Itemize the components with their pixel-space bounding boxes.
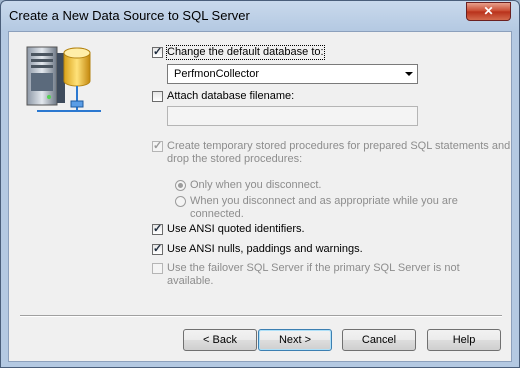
failover-checkbox-row[interactable]: Use the failover SQL Server if the prima… (152, 262, 460, 288)
temp-procedures-label-line1: Create temporary stored procedures for p… (167, 140, 511, 152)
title-bar[interactable]: Create a New Data Source to SQL Server ✕ (1, 1, 519, 31)
help-button-label: Help (452, 334, 476, 346)
close-icon: ✕ (483, 4, 494, 18)
database-select[interactable]: PerfmonCollector (167, 64, 418, 84)
ansi-nulls-checkbox-row[interactable]: Use ANSI nulls, paddings and warnings. (152, 242, 363, 256)
ansi-quoted-checkbox-row[interactable]: Use ANSI quoted identifiers. (152, 222, 305, 236)
button-separator (20, 315, 502, 317)
back-button[interactable]: < Back (183, 329, 257, 351)
radio-only-disconnect-label: Only when you disconnect. (190, 179, 322, 191)
failover-label: Use the failover SQL Server if the prima… (167, 262, 460, 288)
failover-label-line2: available. (167, 275, 214, 287)
attach-database-checkbox[interactable] (152, 91, 163, 102)
close-button[interactable]: ✕ (466, 2, 511, 21)
temp-procedures-checkbox-row[interactable]: Create temporary stored procedures for p… (152, 139, 510, 166)
next-button[interactable]: Next > (258, 329, 332, 351)
change-database-label: Change the default database to: (166, 45, 325, 60)
ansi-quoted-label: Use ANSI quoted identifiers. (167, 223, 305, 235)
attach-database-label: Attach database filename: (167, 90, 295, 102)
radio-only-disconnect[interactable] (175, 180, 186, 191)
help-button[interactable]: Help (427, 329, 501, 351)
radio-appropriate-label-line2: connected. (190, 208, 244, 220)
failover-checkbox[interactable] (152, 263, 163, 274)
ansi-quoted-checkbox[interactable] (152, 222, 163, 235)
temp-procedures-label-line2: drop the stored procedures: (167, 153, 303, 165)
change-database-checkbox[interactable] (152, 45, 163, 58)
next-button-label: Next > (278, 334, 312, 346)
cancel-button-label: Cancel (361, 334, 397, 346)
change-database-checkbox-row[interactable]: Change the default database to: (152, 45, 325, 60)
chevron-down-icon[interactable] (405, 72, 413, 76)
radio-appropriate-row[interactable]: When you disconnect and as appropriate w… (175, 195, 458, 221)
database-server-icon (26, 46, 101, 112)
ansi-nulls-checkbox[interactable] (152, 242, 163, 255)
database-value: PerfmonCollector (174, 68, 259, 80)
cancel-button[interactable]: Cancel (342, 329, 416, 351)
temp-procedures-checkbox[interactable] (152, 139, 163, 152)
attach-database-checkbox-row[interactable]: Attach database filename: (152, 90, 294, 103)
radio-appropriate[interactable] (175, 196, 186, 207)
back-button-label: < Back (203, 334, 237, 346)
attach-database-filename-input[interactable] (167, 106, 418, 126)
temp-procedures-label: Create temporary stored procedures for p… (167, 140, 510, 166)
ansi-nulls-label: Use ANSI nulls, paddings and warnings. (167, 243, 363, 255)
failover-label-line1: Use the failover SQL Server if the prima… (167, 262, 460, 274)
radio-appropriate-label: When you disconnect and as appropriate w… (190, 195, 458, 221)
window-title: Create a New Data Source to SQL Server (9, 8, 250, 23)
radio-appropriate-label-line1: When you disconnect and as appropriate w… (190, 195, 458, 207)
radio-only-disconnect-row[interactable]: Only when you disconnect. (175, 179, 321, 192)
dialog-window: Create a New Data Source to SQL Server ✕ (0, 0, 520, 368)
